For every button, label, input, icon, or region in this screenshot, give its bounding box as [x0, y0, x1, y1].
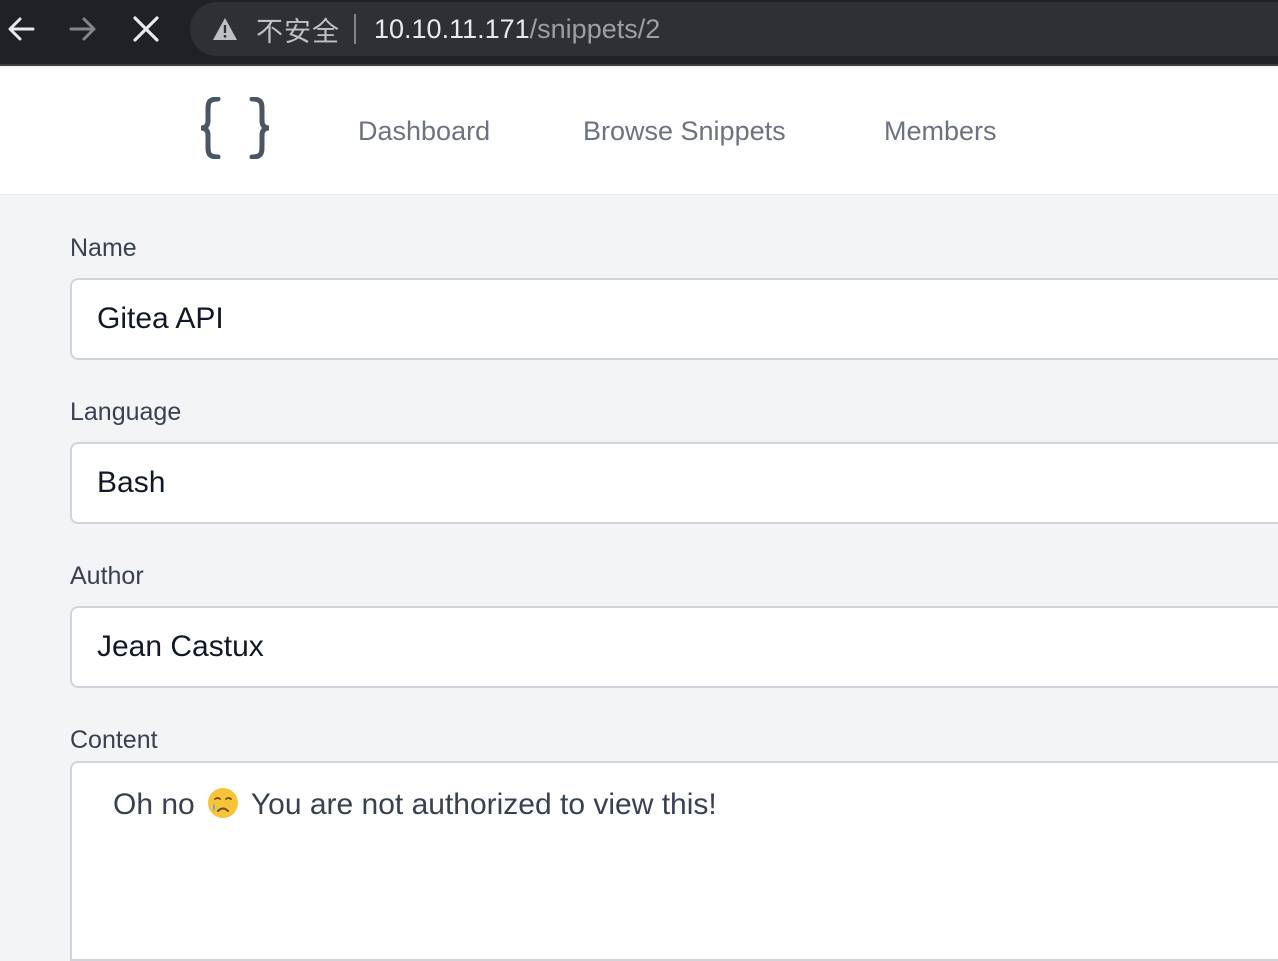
name-field[interactable] [70, 278, 1278, 360]
nav-members[interactable]: Members [884, 116, 997, 147]
language-field[interactable] [70, 442, 1278, 524]
arrow-right-icon [69, 17, 96, 41]
content-prefix-text: Oh no [113, 788, 195, 821]
url-host[interactable]: 10.10.11.171 [374, 14, 530, 45]
author-label: Author [70, 562, 144, 590]
content-label: Content [70, 726, 158, 754]
security-status-label[interactable]: 不安全 [256, 10, 340, 49]
language-label: Language [70, 398, 182, 426]
address-divider [354, 14, 356, 44]
browser-toolbar: 不安全 10.10.11.171/snippets/2 [0, 0, 1278, 66]
forward-button[interactable] [62, 8, 104, 50]
app-header: Dashboard Browse Snippets Members [0, 68, 1278, 195]
stop-loading-button[interactable] [125, 8, 167, 50]
author-field[interactable] [70, 606, 1278, 688]
address-bar[interactable]: 不安全 10.10.11.171/snippets/2 [190, 2, 1278, 56]
content-field[interactable]: Oh no You are not authorized to view thi… [70, 761, 1278, 961]
nav-browse-snippets[interactable]: Browse Snippets [583, 116, 786, 147]
arrow-left-icon [8, 17, 35, 41]
name-label: Name [70, 234, 137, 262]
nav-dashboard[interactable]: Dashboard [358, 116, 490, 147]
crying-face-icon [207, 787, 239, 819]
warning-triangle-icon[interactable] [212, 16, 238, 42]
back-button[interactable] [0, 8, 42, 50]
url-path[interactable]: /snippets/2 [530, 14, 661, 45]
curly-braces-icon[interactable] [196, 88, 274, 168]
close-icon [133, 16, 159, 42]
content-message-text: You are not authorized to view this! [250, 788, 717, 821]
